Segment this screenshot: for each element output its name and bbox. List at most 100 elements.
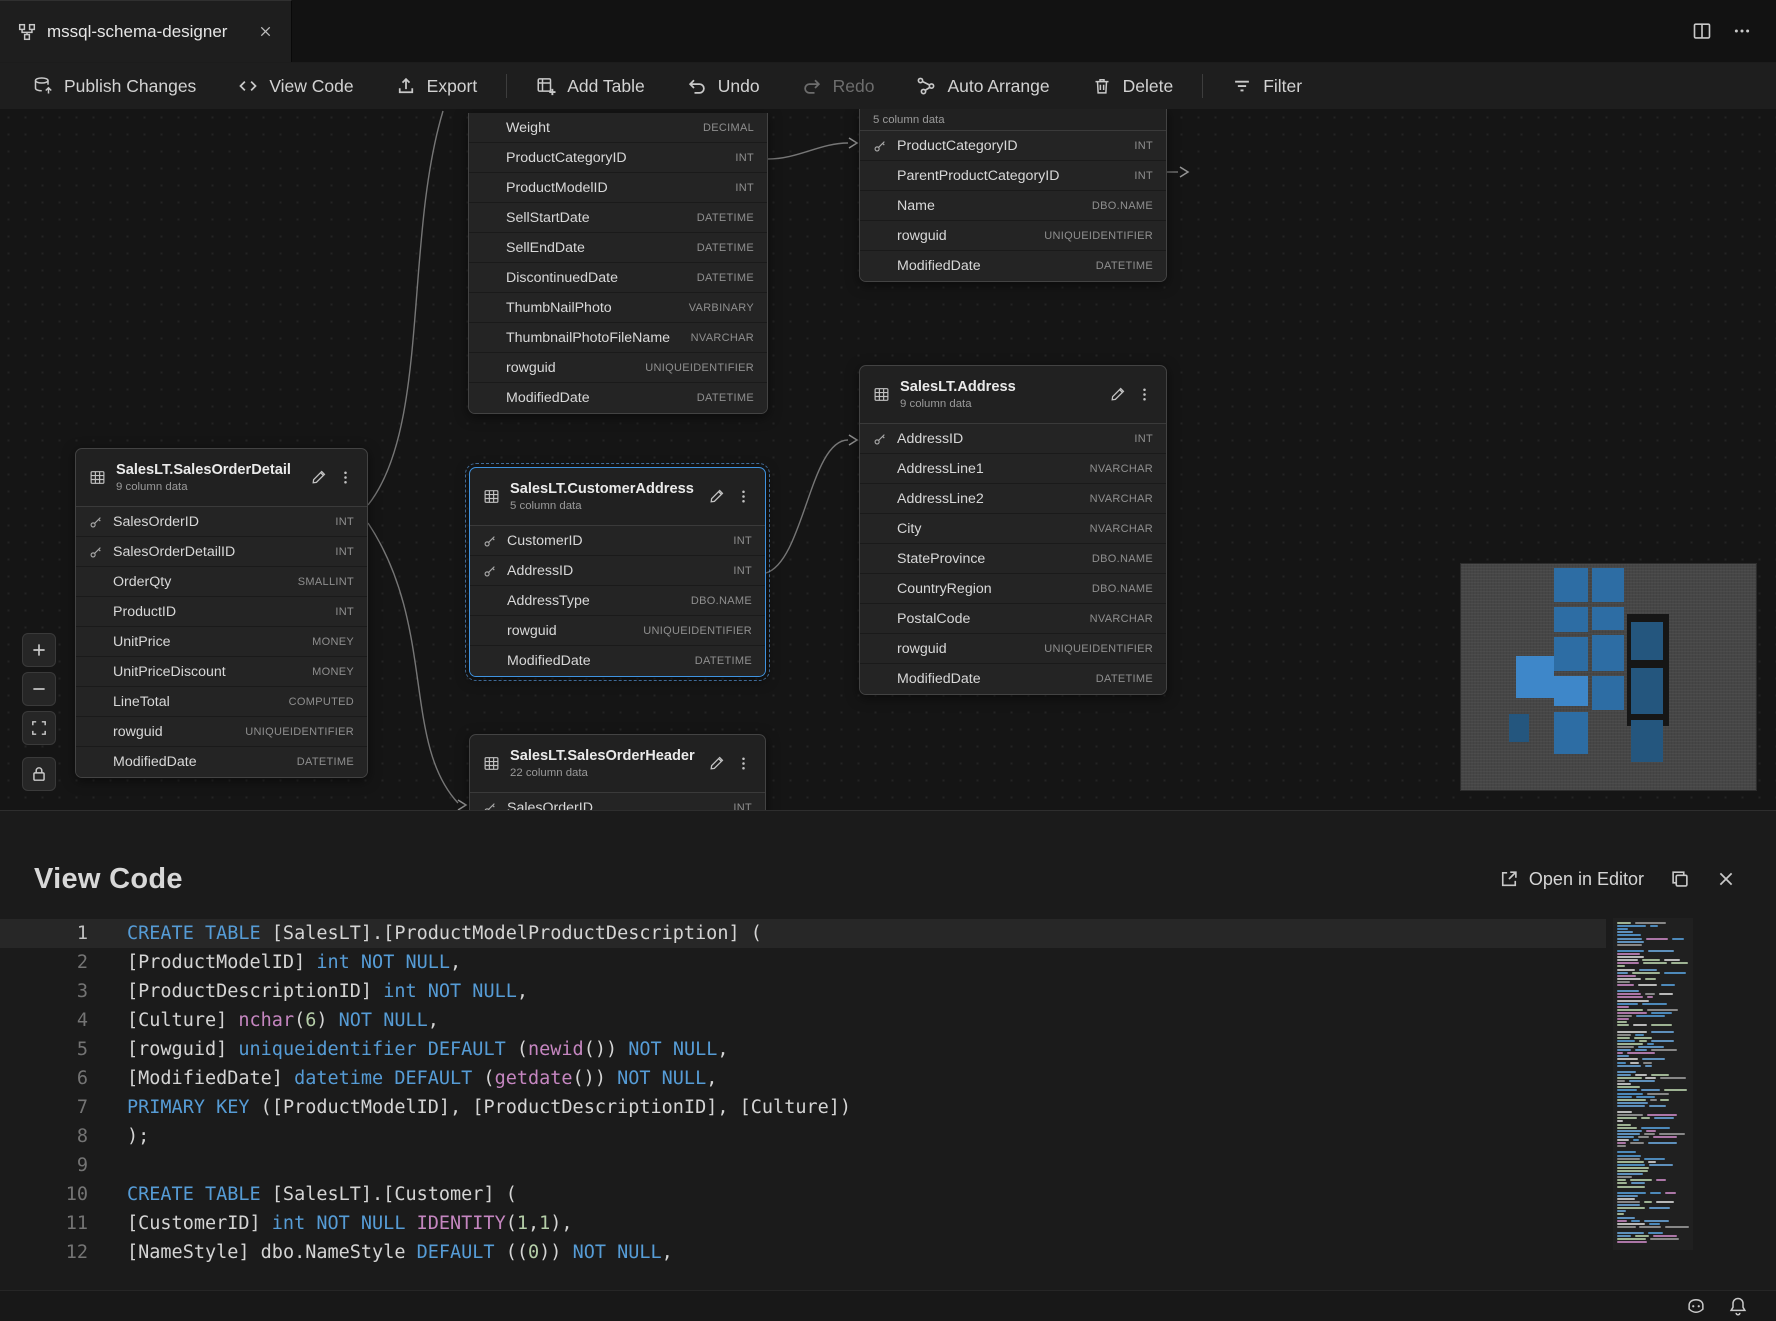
table-customer-address[interactable]: SalesLT.CustomerAddress5 column dataCust… — [469, 467, 766, 677]
toolbar-undo-button[interactable]: Undo — [666, 63, 781, 109]
column-row-sellstartdate[interactable]: SellStartDateDATETIME — [469, 203, 767, 233]
column-row-rowguid[interactable]: rowguidUNIQUEIDENTIFIER — [470, 616, 765, 646]
column-row-salesorderid[interactable]: SalesOrderIDINT — [76, 507, 367, 537]
code-icon — [238, 76, 258, 96]
toolbar-delete-button[interactable]: Delete — [1071, 63, 1195, 109]
column-row-linetotal[interactable]: LineTotalCOMPUTED — [76, 687, 367, 717]
toolbar-export-button[interactable]: Export — [375, 63, 499, 109]
code-minimap[interactable] — [1613, 918, 1693, 1250]
column-row-addresstype[interactable]: AddressTypeDBO.NAME — [470, 586, 765, 616]
copilot-icon[interactable] — [1686, 1296, 1706, 1316]
column-row-addressline2[interactable]: AddressLine2NVARCHAR — [860, 484, 1166, 514]
code-line-5[interactable]: 5[rowguid] uniqueidentifier DEFAULT (new… — [0, 1035, 1606, 1064]
column-row-productid[interactable]: ProductIDINT — [76, 597, 367, 627]
copy-code-button[interactable] — [1670, 869, 1690, 889]
column-row-customerid[interactable]: CustomerIDINT — [470, 526, 765, 556]
table-sales-order-header[interactable]: SalesLT.SalesOrderHeader22 column dataSa… — [469, 734, 766, 810]
column-row-discontinueddate[interactable]: DiscontinuedDateDATETIME — [469, 263, 767, 293]
table-header[interactable]: SalesLT.Address9 column data — [860, 366, 1166, 424]
code-line-12[interactable]: 12[NameStyle] dbo.NameStyle DEFAULT ((0)… — [0, 1238, 1606, 1267]
table-address[interactable]: SalesLT.Address9 column dataAddressIDINT… — [859, 365, 1167, 695]
table-header[interactable]: SalesLT.SalesOrderHeader22 column data — [470, 735, 765, 793]
table-menu-icon[interactable] — [735, 488, 752, 505]
lock-canvas-button[interactable] — [22, 757, 56, 791]
column-row-productcategoryid[interactable]: ProductCategoryIDINT — [469, 143, 767, 173]
table-header[interactable]: SalesLT.SalesOrderDetail9 column data — [76, 449, 367, 507]
column-row-modifieddate[interactable]: ModifiedDateDATETIME — [470, 646, 765, 676]
tab-close-icon[interactable] — [258, 24, 273, 39]
column-row-unitprice[interactable]: UnitPriceMONEY — [76, 627, 367, 657]
code-line-9[interactable]: 9 — [0, 1151, 1606, 1180]
tab-mssql-schema-designer[interactable]: mssql-schema-designer — [0, 0, 292, 62]
column-row-orderqty[interactable]: OrderQtySMALLINT — [76, 567, 367, 597]
table-menu-icon[interactable] — [735, 755, 752, 772]
column-row-salesorderdetailid[interactable]: SalesOrderDetailIDINT — [76, 537, 367, 567]
toolbar-auto-arrange-button[interactable]: Auto Arrange — [895, 63, 1070, 109]
column-row-rowguid[interactable]: rowguidUNIQUEIDENTIFIER — [860, 221, 1166, 251]
column-row-unitpricediscount[interactable]: UnitPriceDiscountMONEY — [76, 657, 367, 687]
table-sales-order-detail[interactable]: SalesLT.SalesOrderDetail9 column dataSal… — [75, 448, 368, 778]
diagram-minimap[interactable] — [1461, 564, 1756, 790]
edit-table-icon[interactable] — [310, 469, 327, 486]
code-line-6[interactable]: 6[ModifiedDate] datetime DEFAULT (getdat… — [0, 1064, 1606, 1093]
table-product-category[interactable]: 5 column dataProductCategoryIDINTParentP… — [859, 109, 1167, 282]
notifications-icon[interactable] — [1728, 1296, 1748, 1316]
open-in-editor-label: Open in Editor — [1529, 869, 1644, 890]
column-row-addressid[interactable]: AddressIDINT — [860, 424, 1166, 454]
column-row-weight[interactable]: WeightDECIMAL — [469, 113, 767, 143]
edit-table-icon[interactable] — [708, 488, 725, 505]
column-name: rowguid — [506, 360, 556, 376]
code-editor[interactable]: 1CREATE TABLE [SalesLT].[ProductModelPro… — [0, 919, 1776, 1290]
more-actions-icon[interactable] — [1732, 21, 1752, 41]
column-row-addressid[interactable]: AddressIDINT — [470, 556, 765, 586]
table-header[interactable]: SalesLT.CustomerAddress5 column data — [470, 468, 765, 526]
column-row-countryregion[interactable]: CountryRegionDBO.NAME — [860, 574, 1166, 604]
column-row-parentproductcategoryid[interactable]: ParentProductCategoryIDINT — [860, 161, 1166, 191]
column-row-thumbnailphoto[interactable]: ThumbNailPhotoVARBINARY — [469, 293, 767, 323]
code-line-4[interactable]: 4[Culture] nchar(6) NOT NULL, — [0, 1006, 1606, 1035]
table-menu-icon[interactable] — [1136, 386, 1153, 403]
open-in-editor-button[interactable]: Open in Editor — [1499, 869, 1644, 890]
diagram-canvas[interactable]: WeightDECIMALProductCategoryIDINTProduct… — [0, 109, 1776, 810]
column-row-productcategoryid[interactable]: ProductCategoryIDINT — [860, 131, 1166, 161]
toolbar-undo-label: Undo — [718, 76, 760, 97]
column-row-modifieddate[interactable]: ModifiedDateDATETIME — [860, 251, 1166, 281]
column-row-rowguid[interactable]: rowguidUNIQUEIDENTIFIER — [76, 717, 367, 747]
zoom-in-button[interactable] — [22, 633, 56, 667]
column-row-modifieddate[interactable]: ModifiedDateDATETIME — [76, 747, 367, 777]
column-row-city[interactable]: CityNVARCHAR — [860, 514, 1166, 544]
column-row-productmodelid[interactable]: ProductModelIDINT — [469, 173, 767, 203]
column-row-modifieddate[interactable]: ModifiedDateDATETIME — [860, 664, 1166, 694]
code-line-2[interactable]: 2[ProductModelID] int NOT NULL, — [0, 948, 1606, 977]
column-row-modifieddate[interactable]: ModifiedDateDATETIME — [469, 383, 767, 413]
edit-table-icon[interactable] — [708, 755, 725, 772]
toolbar-publish-changes-button[interactable]: Publish Changes — [12, 63, 217, 109]
table-product[interactable]: WeightDECIMALProductCategoryIDINTProduct… — [468, 113, 768, 414]
edit-table-icon[interactable] — [1109, 386, 1126, 403]
column-row-sellenddate[interactable]: SellEndDateDATETIME — [469, 233, 767, 263]
code-line-11[interactable]: 11[CustomerID] int NOT NULL IDENTITY(1,1… — [0, 1209, 1606, 1238]
code-line-3[interactable]: 3[ProductDescriptionID] int NOT NULL, — [0, 977, 1606, 1006]
code-line-1[interactable]: 1CREATE TABLE [SalesLT].[ProductModelPro… — [0, 919, 1606, 948]
column-row-addressline1[interactable]: AddressLine1NVARCHAR — [860, 454, 1166, 484]
code-line-10[interactable]: 10CREATE TABLE [SalesLT].[Customer] ( — [0, 1180, 1606, 1209]
minimap-code-line — [1647, 1043, 1654, 1045]
column-row-rowguid[interactable]: rowguidUNIQUEIDENTIFIER — [860, 634, 1166, 664]
column-row-rowguid[interactable]: rowguidUNIQUEIDENTIFIER — [469, 353, 767, 383]
table-menu-icon[interactable] — [337, 469, 354, 486]
split-editor-icon[interactable] — [1692, 21, 1712, 41]
code-line-8[interactable]: 8); — [0, 1122, 1606, 1151]
column-row-salesorderid[interactable]: SalesOrderIDINT — [470, 793, 765, 810]
column-row-stateprovince[interactable]: StateProvinceDBO.NAME — [860, 544, 1166, 574]
code-line-7[interactable]: 7PRIMARY KEY ([ProductModelID], [Product… — [0, 1093, 1606, 1122]
column-row-thumbnailphotofilename[interactable]: ThumbnailPhotoFileNameNVARCHAR — [469, 323, 767, 353]
column-row-name[interactable]: NameDBO.NAME — [860, 191, 1166, 221]
close-panel-button[interactable] — [1716, 869, 1736, 889]
zoom-out-button[interactable] — [22, 672, 56, 706]
column-row-postalcode[interactable]: PostalCodeNVARCHAR — [860, 604, 1166, 634]
fit-screen-button[interactable] — [22, 711, 56, 745]
toolbar-add-table-button[interactable]: Add Table — [515, 63, 666, 109]
toolbar-view-code-button[interactable]: View Code — [217, 63, 374, 109]
plus-icon — [30, 641, 48, 659]
toolbar-filter-button[interactable]: Filter — [1211, 63, 1323, 109]
